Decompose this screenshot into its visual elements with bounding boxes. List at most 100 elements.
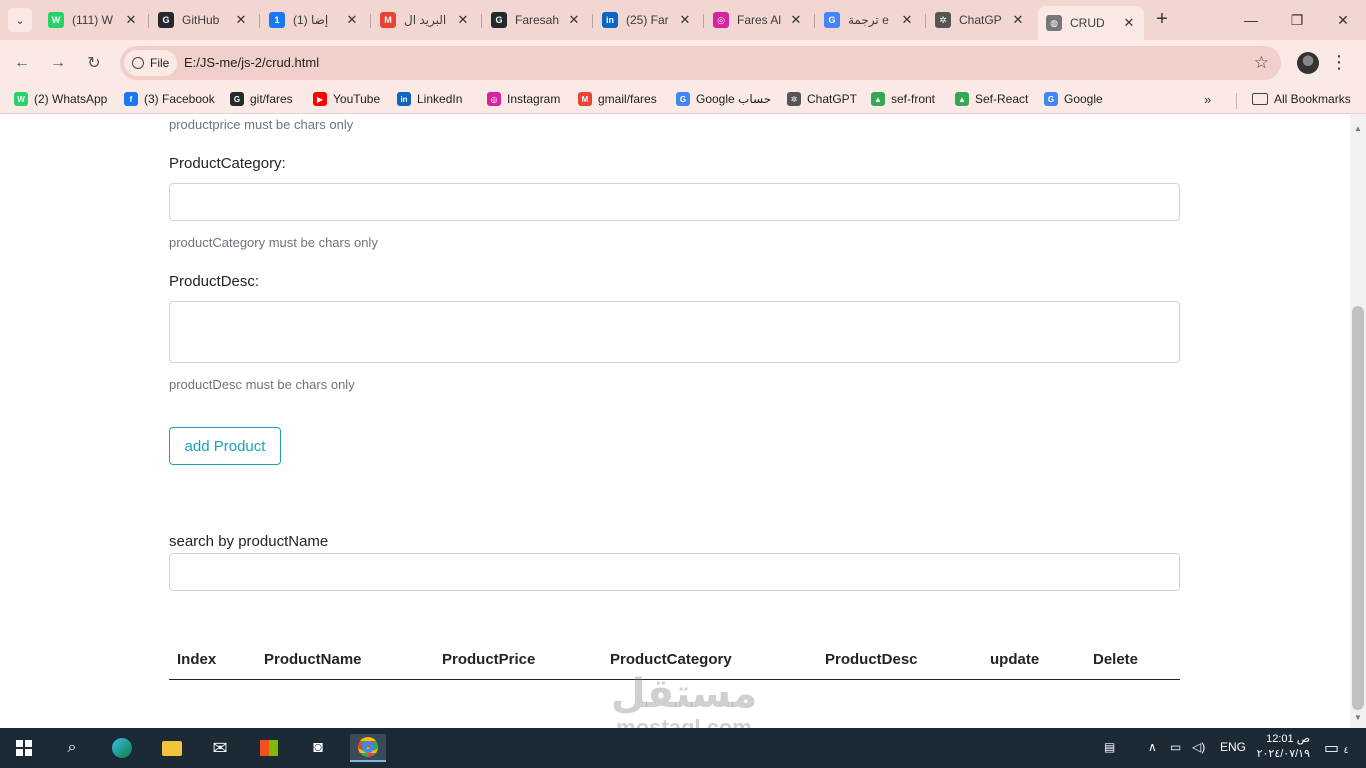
taskbar-camera[interactable]: ◙ <box>300 734 336 762</box>
bookmark-google[interactable]: G Google <box>1044 92 1103 106</box>
browser-menu-button[interactable]: ⋮ <box>1330 52 1348 74</box>
tab-title: CRUD <box>1070 16 1105 30</box>
taskbar-mail[interactable]: ✉ <box>202 734 238 762</box>
close-icon[interactable]: ✕ <box>345 12 359 28</box>
bookmark-linkedin[interactable]: in LinkedIn <box>397 92 462 106</box>
translate-icon: G <box>824 12 840 28</box>
minimize-button[interactable]: — <box>1228 0 1274 40</box>
profile-avatar[interactable] <box>1297 52 1319 74</box>
site-info-chip[interactable]: File <box>124 50 178 76</box>
taskbar-edge[interactable] <box>104 734 140 762</box>
close-icon[interactable]: ✕ <box>1011 12 1025 28</box>
site-info-label: File <box>150 56 170 70</box>
bookmark-label: LinkedIn <box>417 92 463 106</box>
minimize-icon: — <box>1244 12 1258 28</box>
taskbar-store[interactable] <box>251 734 287 762</box>
tab-instagram[interactable]: ◎ Fares Al ✕ <box>705 6 811 34</box>
tab-translate[interactable]: G ترجمة e ✕ <box>816 6 922 34</box>
tab-facebook[interactable]: 1 (1) إضا ✕ <box>261 6 367 34</box>
page-scrollbar[interactable]: ▲ ▼ <box>1350 114 1366 728</box>
close-icon[interactable]: ✕ <box>900 12 914 28</box>
bookmark-label: ChatGPT <box>807 92 858 106</box>
url-text[interactable]: E:/JS-me/js-2/crud.html <box>184 55 319 70</box>
forward-button[interactable]: → <box>46 51 70 75</box>
tab-separator <box>703 14 704 28</box>
github-icon: G <box>158 12 174 28</box>
whatsapp-icon: W <box>48 12 64 28</box>
address-bar[interactable]: File E:/JS-me/js-2/crud.html ☆ <box>120 46 1281 80</box>
maximize-button[interactable]: ❐ <box>1274 0 1320 40</box>
taskbar-clock[interactable]: 12:01 ص ٢٠٢٤/٠٧/١٩ <box>1250 732 1310 762</box>
tab-title: (1) إضا <box>293 13 329 27</box>
bookmark-label: Google <box>1064 92 1103 106</box>
bookmark-gmail-fares[interactable]: M gmail/fares <box>578 92 657 106</box>
battery-icon[interactable]: ▭ <box>1170 740 1181 754</box>
search-label: search by productName <box>169 533 329 550</box>
tab-chatgpt[interactable]: ✲ ChatGP ✕ <box>927 6 1033 34</box>
back-button[interactable]: ← <box>10 51 34 75</box>
reload-button[interactable]: ↻ <box>82 51 106 75</box>
news-widget-icon[interactable]: ▤ <box>1104 740 1115 754</box>
tab-linkedin[interactable]: in (25) Far ✕ <box>594 6 700 34</box>
linkedin-icon: in <box>602 12 618 28</box>
category-input[interactable] <box>169 183 1180 221</box>
close-icon[interactable]: ✕ <box>678 12 692 28</box>
close-window-button[interactable]: ✕ <box>1320 0 1366 40</box>
taskbar-file-explorer[interactable] <box>154 734 190 762</box>
bookmark-chatgpt[interactable]: ✲ ChatGPT <box>787 92 857 106</box>
scroll-down-icon[interactable]: ▼ <box>1354 713 1362 722</box>
bookmark-youtube[interactable]: ▶ YouTube <box>313 92 380 106</box>
add-product-button[interactable]: add Product <box>169 427 281 465</box>
tray-chevron-up-icon[interactable]: ∧ <box>1148 740 1157 754</box>
taskbar-search-button[interactable]: ⌕ <box>54 734 90 762</box>
tab-title: Fares Al <box>737 13 782 27</box>
category-label: ProductCategory: <box>169 155 286 172</box>
close-icon[interactable]: ✕ <box>789 12 803 28</box>
language-indicator[interactable]: ENG <box>1220 740 1246 754</box>
bookmark-sef-react[interactable]: ▲ Sef-React <box>955 92 1028 106</box>
more-bookmarks-chevron-icon[interactable]: » <box>1204 92 1211 107</box>
tab-crud-active[interactable]: ◍ CRUD ✕ <box>1038 6 1144 40</box>
folder-icon <box>162 740 182 756</box>
close-icon[interactable]: ✕ <box>1122 15 1136 31</box>
close-icon[interactable]: ✕ <box>234 12 248 28</box>
bookmark-facebook[interactable]: f (3) Facebook <box>124 92 215 106</box>
github-icon: G <box>230 92 244 106</box>
drive-icon: ▲ <box>955 92 969 106</box>
bookmark-whatsapp[interactable]: W (2) WhatsApp <box>14 92 107 106</box>
start-button[interactable] <box>6 734 42 762</box>
tab-whatsapp[interactable]: W (111) W ✕ <box>40 6 146 34</box>
scroll-up-icon[interactable]: ▲ <box>1354 124 1362 133</box>
tab-github[interactable]: G GitHub ✕ <box>150 6 256 34</box>
taskbar-chrome[interactable] <box>350 734 386 762</box>
close-icon[interactable]: ✕ <box>456 12 470 28</box>
clock-time: 12:01 ص <box>1266 733 1310 745</box>
facebook-icon: 1 <box>269 12 285 28</box>
desc-textarea[interactable] <box>169 301 1180 363</box>
bookmark-google-account[interactable]: G Google حساب <box>676 92 771 106</box>
notifications-button[interactable]: ▭ ٤ <box>1324 738 1348 758</box>
desc-validation-hint: productDesc must be chars only <box>169 377 355 392</box>
search-input[interactable] <box>169 553 1180 591</box>
close-icon: ✕ <box>1337 11 1349 28</box>
windows-logo-icon <box>16 740 32 756</box>
restore-icon: ❐ <box>1290 11 1304 28</box>
reload-icon: ↻ <box>87 55 101 72</box>
bookmark-git-fares[interactable]: G git/fares <box>230 92 293 106</box>
new-tab-button[interactable]: + <box>1150 8 1174 32</box>
close-icon[interactable]: ✕ <box>124 12 138 28</box>
volume-icon[interactable]: ◁) <box>1192 740 1205 754</box>
tab-separator <box>259 14 260 28</box>
windows-taskbar: ⌕ ✉ ◙ ▤ ∧ ▭ ◁) ENG 12:01 ص ٢٠٢٤/٠٧/١٩ ▭ … <box>0 728 1366 768</box>
all-bookmarks-button[interactable]: All Bookmarks <box>1252 92 1351 106</box>
tab-title: Faresah <box>515 13 560 27</box>
bookmark-sef-front[interactable]: ▲ sef-front <box>871 92 935 106</box>
bookmarks-bar: W (2) WhatsApp f (3) Facebook G git/fare… <box>0 86 1366 114</box>
close-icon[interactable]: ✕ <box>567 12 581 28</box>
tab-gmail[interactable]: M البريد ال ✕ <box>372 6 478 34</box>
scrollbar-thumb[interactable] <box>1352 306 1364 710</box>
bookmark-star-icon[interactable]: ☆ <box>1254 53 1269 73</box>
tab-github-faresah[interactable]: G Faresah ✕ <box>483 6 589 34</box>
bookmark-instagram[interactable]: ◎ Instagram <box>487 92 560 106</box>
tab-search-button[interactable]: ⌄ <box>8 8 32 32</box>
